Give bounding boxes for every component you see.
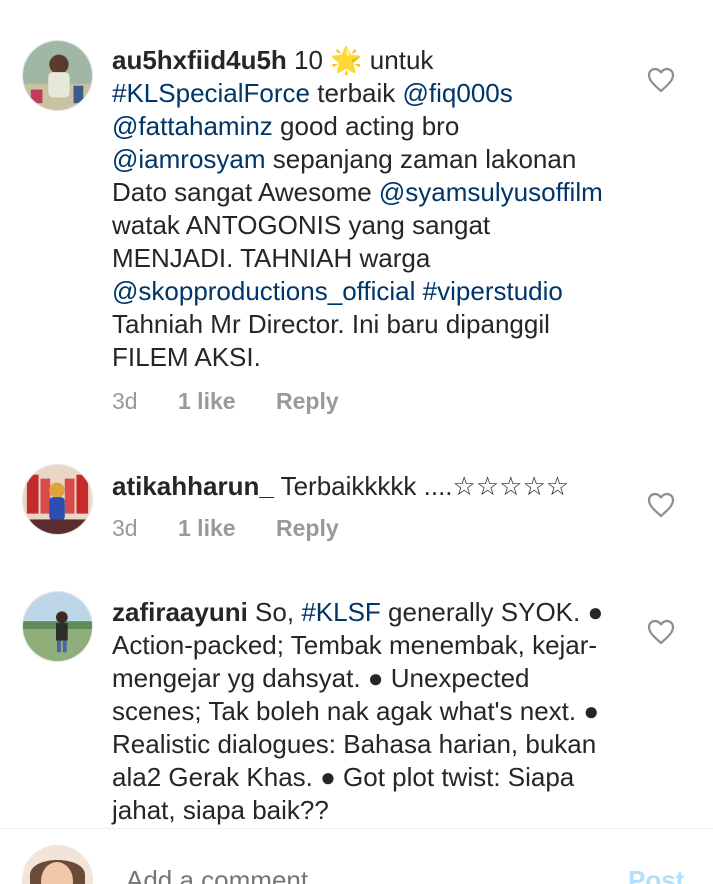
comment-content: Terbaikkkkk ....☆☆☆☆☆ <box>274 471 569 501</box>
comment-meta: 3d 1 like Reply <box>112 515 339 542</box>
comment-meta: 3d 1 like Reply <box>112 388 339 415</box>
mention-link[interactable]: @skopproductions_official <box>112 276 415 306</box>
comment-content: 10 🌟 untuk #KLSpecialForce terbaik @fiq0… <box>112 45 603 372</box>
hashtag-link[interactable]: #KLSpecialForce <box>112 78 310 108</box>
heart-outline-icon[interactable] <box>647 492 675 518</box>
heart-outline-icon[interactable] <box>647 67 675 93</box>
comment-text-segment: Tahniah Mr Director. Ini baru dipanggil … <box>112 309 550 372</box>
avatar[interactable] <box>22 464 93 535</box>
comment-text-segment <box>415 276 422 306</box>
comment-username[interactable]: au5hxfiid4u5h <box>112 45 287 75</box>
hashtag-link[interactable]: #KLSF <box>301 597 381 627</box>
hashtag-link[interactable]: #viperstudio <box>423 276 563 306</box>
comment-timestamp: 3d <box>112 515 138 541</box>
mention-link[interactable]: @iamrosyam <box>112 144 266 174</box>
comment-composer: Post <box>0 828 713 884</box>
comment-text: zafiraayuni So, #KLSF generally SYOK. ● … <box>112 596 617 827</box>
comment-username[interactable]: zafiraayuni <box>112 597 248 627</box>
comment-text-segment: 🌟 <box>330 45 363 75</box>
avatar[interactable] <box>22 591 93 662</box>
post-button[interactable]: Post <box>628 865 684 884</box>
comment-like-count[interactable]: 1 like <box>178 515 276 542</box>
mention-link[interactable]: @fiq000s <box>403 78 513 108</box>
mention-link[interactable]: @fattahaminz <box>112 111 273 141</box>
comment-text-segment: generally SYOK. ● Action-packed; Tembak … <box>112 597 604 825</box>
reply-button[interactable]: Reply <box>276 515 339 542</box>
add-comment-input[interactable] <box>126 865 546 884</box>
comment-like-count[interactable]: 1 like <box>178 388 276 415</box>
comment-text-segment: good acting bro <box>272 111 460 141</box>
comment-text-segment: terbaik <box>310 78 403 108</box>
comment-text-segment: 10 <box>286 45 331 75</box>
comment-text-segment: watak ANTOGONIS yang sangat MENJADI. TAH… <box>112 210 491 273</box>
avatar <box>22 845 93 884</box>
comment-text-segment: untuk <box>362 45 434 75</box>
comment-text: atikahharun_ Terbaikkkkk ....☆☆☆☆☆ <box>112 470 617 503</box>
comment-text-segment: Terbaikkkkk ....☆☆☆☆☆ <box>273 471 570 501</box>
heart-outline-icon[interactable] <box>647 619 675 645</box>
comment-text: au5hxfiid4u5h 10 🌟 untuk #KLSpecialForce… <box>112 44 617 374</box>
reply-button[interactable]: Reply <box>276 388 339 415</box>
comment-username[interactable]: atikahharun_ <box>112 471 274 501</box>
comment-content: So, #KLSF generally SYOK. ● Action-packe… <box>112 597 603 825</box>
avatar[interactable] <box>22 40 93 111</box>
mention-link[interactable]: @syamsulyusoffilm <box>379 177 603 207</box>
comment-text-segment: So, <box>247 597 302 627</box>
comment-timestamp: 3d <box>112 388 138 414</box>
